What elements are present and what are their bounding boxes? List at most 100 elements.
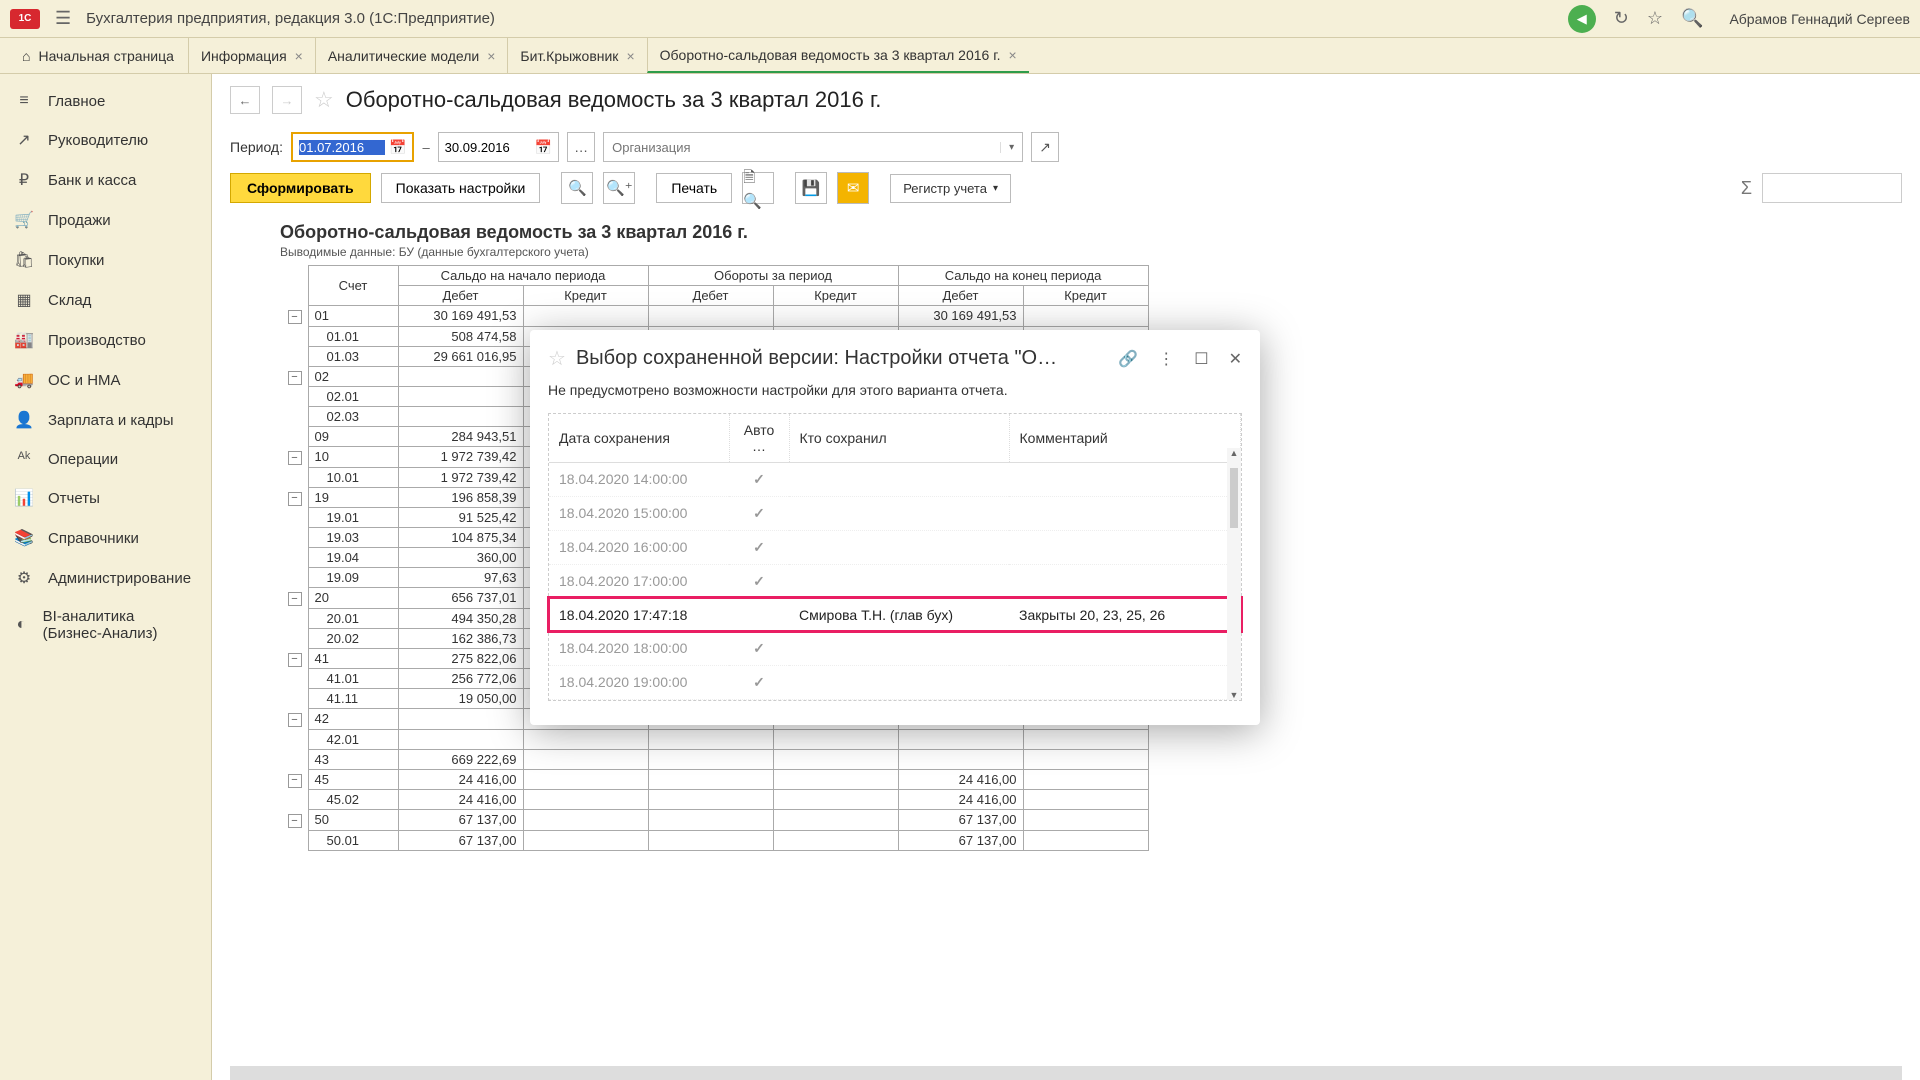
date-to-field[interactable] — [445, 140, 531, 155]
show-settings-button[interactable]: Показать настройки — [381, 173, 541, 203]
link-icon[interactable]: 🔗 — [1118, 349, 1138, 369]
version-row[interactable]: 18.04.2020 18:00:00✓ — [549, 631, 1241, 665]
date-from-field[interactable] — [299, 140, 385, 155]
scroll-down-icon[interactable]: ▼ — [1230, 690, 1239, 700]
sidebar-item[interactable]: ≡Главное — [0, 82, 211, 120]
organization-input[interactable] — [604, 140, 1000, 155]
sidebar-item[interactable]: ▦Склад — [0, 280, 211, 320]
collapse-icon[interactable]: − — [288, 713, 302, 727]
collapse-icon[interactable]: − — [288, 310, 302, 324]
collapse-icon[interactable]: − — [288, 774, 302, 788]
history-icon[interactable]: ↻ — [1614, 8, 1629, 29]
forward-button[interactable]: → — [272, 86, 302, 114]
tab[interactable]: Оборотно-сальдовая ведомость за 3 кварта… — [647, 38, 1029, 73]
email-button[interactable]: ✉ — [837, 172, 869, 204]
generate-button[interactable]: Сформировать — [230, 173, 371, 203]
dialog-scrollbar[interactable]: ▲ ▼ — [1227, 448, 1241, 700]
sidebar-item[interactable]: ᴬᵏОперации — [0, 440, 211, 478]
dropdown-icon[interactable]: ▾ — [1000, 142, 1022, 153]
star-icon[interactable]: ☆ — [548, 346, 566, 371]
table-row[interactable]: −0130 169 491,5330 169 491,53 — [280, 306, 1148, 327]
calendar-icon[interactable]: 📅 — [535, 139, 552, 156]
sidebar-item[interactable]: 📚Справочники — [0, 518, 211, 558]
cell-comment — [1009, 631, 1241, 665]
period-picker-button[interactable]: … — [567, 132, 595, 162]
user-name[interactable]: Абрамов Геннадий Сергеев — [1729, 11, 1910, 27]
table-row[interactable]: 45.0224 416,0024 416,00 — [280, 790, 1148, 810]
version-row[interactable]: 18.04.2020 16:00:00✓ — [549, 530, 1241, 564]
org-open-button[interactable]: ↗ — [1031, 132, 1059, 162]
cell-value — [523, 810, 648, 831]
sidebar-item[interactable]: ↗Руководителю — [0, 120, 211, 160]
col-comment[interactable]: Комментарий — [1009, 414, 1241, 463]
table-row[interactable]: 50.0167 137,0067 137,00 — [280, 830, 1148, 850]
save-button[interactable]: 💾 — [795, 172, 827, 204]
version-row[interactable]: 18.04.2020 17:00:00✓ — [549, 564, 1241, 598]
organization-select[interactable]: ▾ — [603, 132, 1023, 162]
star-icon[interactable]: ☆ — [314, 87, 334, 113]
result-search[interactable] — [1762, 173, 1902, 203]
col-who[interactable]: Кто сохранил — [789, 414, 1009, 463]
cell-value — [523, 749, 648, 769]
date-to-input[interactable]: 📅 — [438, 132, 559, 162]
find-button[interactable]: 🔍 — [561, 172, 593, 204]
close-icon[interactable]: × — [1009, 47, 1017, 63]
tab[interactable]: Аналитические модели× — [315, 38, 508, 73]
collapse-icon[interactable]: − — [288, 492, 302, 506]
sidebar-item[interactable]: 🚚ОС и НМА — [0, 360, 211, 400]
close-icon[interactable]: ✕ — [1229, 349, 1242, 369]
version-row[interactable]: 18.04.2020 17:47:18Смирова Т.Н. (глав бу… — [549, 598, 1241, 631]
calendar-icon[interactable]: 📅 — [389, 139, 406, 156]
close-icon[interactable]: × — [487, 48, 495, 64]
sidebar-item[interactable]: ₽Банк и касса — [0, 160, 211, 200]
cell-account: 19.01 — [308, 508, 398, 528]
collapse-icon[interactable]: − — [288, 451, 302, 465]
scroll-thumb[interactable] — [1230, 468, 1238, 528]
cell-value — [898, 729, 1023, 749]
sidebar-item[interactable]: 🛍Покупки — [0, 240, 211, 280]
collapse-icon[interactable]: − — [288, 592, 302, 606]
scroll-up-icon[interactable]: ▲ — [1230, 448, 1239, 458]
refresh-find-button[interactable]: 🔍⁺ — [603, 172, 635, 204]
sidebar-item[interactable]: 🏭Производство — [0, 320, 211, 360]
back-button[interactable]: ← — [230, 86, 260, 114]
version-row[interactable]: 18.04.2020 15:00:00✓ — [549, 496, 1241, 530]
tab[interactable]: Информация× — [188, 38, 315, 73]
tab[interactable]: Бит.Крыжовник× — [507, 38, 646, 73]
sum-icon[interactable]: Σ — [1741, 178, 1752, 199]
cell-comment — [1009, 564, 1241, 598]
notifications-icon[interactable]: ◀ — [1568, 5, 1596, 33]
preview-button[interactable]: 🗎🔍 — [742, 172, 774, 204]
col-auto[interactable]: Авто … — [729, 414, 789, 463]
version-row[interactable]: 18.04.2020 14:00:00✓ — [549, 462, 1241, 496]
sidebar-item[interactable]: ◐BI-аналитика (Бизнес-Анализ) — [0, 598, 211, 652]
close-icon[interactable]: × — [626, 48, 634, 64]
sidebar-item[interactable]: 🛒Продажи — [0, 200, 211, 240]
favorite-icon[interactable]: ☆ — [1647, 8, 1663, 29]
version-row[interactable]: 18.04.2020 19:00:00✓ — [549, 665, 1241, 699]
register-button[interactable]: Регистр учета ▾ — [890, 174, 1011, 203]
table-row[interactable]: −4524 416,0024 416,00 — [280, 769, 1148, 790]
table-row[interactable]: −5067 137,0067 137,00 — [280, 810, 1148, 831]
home-tab-label: Начальная страница — [38, 48, 173, 64]
sidebar-item[interactable]: ⚙Администрирование — [0, 558, 211, 598]
collapse-icon[interactable]: − — [288, 371, 302, 385]
more-icon[interactable]: ⋮ — [1158, 349, 1174, 369]
menu-icon[interactable]: ☰ — [55, 8, 71, 29]
collapse-icon[interactable]: − — [288, 653, 302, 667]
horizontal-scrollbar[interactable] — [230, 1066, 1902, 1080]
search-icon[interactable]: 🔍 — [1681, 8, 1703, 29]
sidebar-item[interactable]: 👤Зарплата и кадры — [0, 400, 211, 440]
home-tab[interactable]: ⌂ Начальная страница — [8, 38, 188, 73]
table-row[interactable]: 42.01 — [280, 729, 1148, 749]
col-date[interactable]: Дата сохранения — [549, 414, 729, 463]
date-from-input[interactable]: 📅 — [291, 132, 414, 162]
sidebar-item[interactable]: 📊Отчеты — [0, 478, 211, 518]
close-icon[interactable]: × — [295, 48, 303, 64]
cell-who — [789, 631, 1009, 665]
print-button[interactable]: Печать — [656, 173, 732, 203]
cell-value — [398, 709, 523, 730]
maximize-icon[interactable]: ☐ — [1194, 349, 1208, 369]
collapse-icon[interactable]: − — [288, 814, 302, 828]
table-row[interactable]: 43669 222,69 — [280, 749, 1148, 769]
